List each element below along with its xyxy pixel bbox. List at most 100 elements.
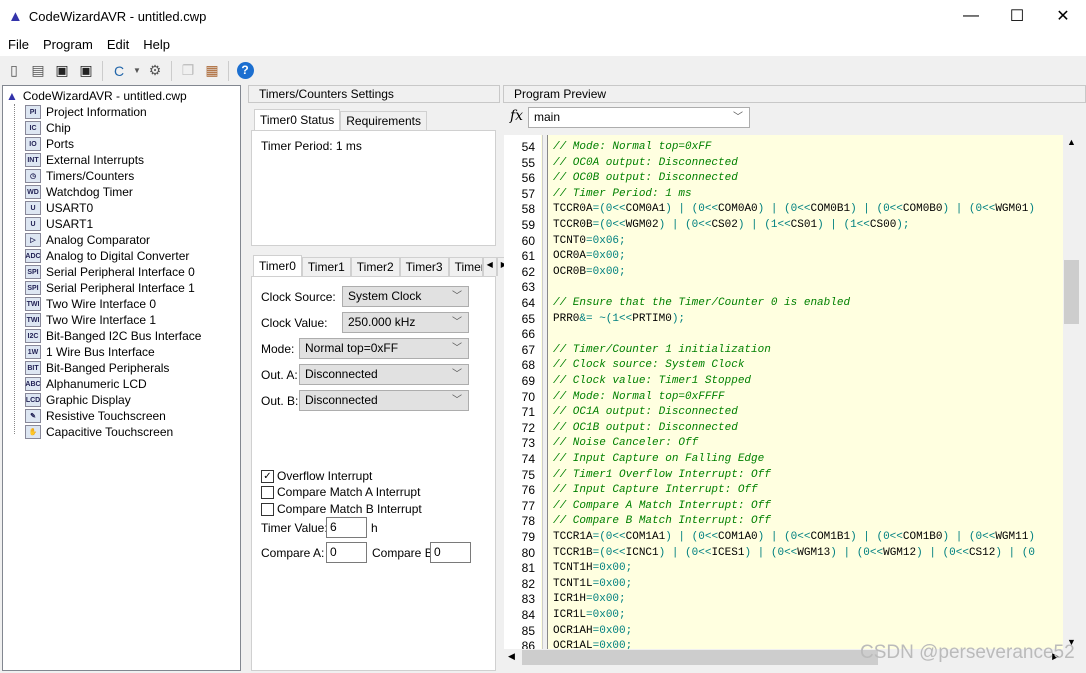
- tree-item[interactable]: PI Project Information: [25, 104, 147, 120]
- copy-icon[interactable]: ❐: [178, 61, 198, 81]
- out-a-value: Disconnected: [305, 367, 378, 381]
- tree-item[interactable]: ▷ Analog Comparator: [25, 232, 150, 248]
- tree-item-icon: TWI: [25, 297, 41, 311]
- tree-item[interactable]: TWI Two Wire Interface 1: [25, 312, 156, 328]
- tree-item[interactable]: ✋ Capacitive Touchscreen: [25, 424, 173, 440]
- horizontal-scroll-thumb[interactable]: [522, 650, 878, 665]
- close-button[interactable]: ✕: [1040, 0, 1086, 32]
- tab-scroll-left-icon[interactable]: ◀: [482, 257, 497, 276]
- new-icon[interactable]: ▯: [4, 61, 24, 81]
- tree-item[interactable]: BIT Bit-Banged Peripherals: [25, 360, 169, 376]
- timer-value-input[interactable]: 6: [326, 517, 367, 538]
- tree-item[interactable]: ◷ Timers/Counters: [25, 168, 134, 184]
- tree-item[interactable]: U USART1: [25, 216, 93, 232]
- dropdown-icon[interactable]: ▼: [133, 61, 141, 81]
- clock-source-select[interactable]: System Clock ﹀: [342, 286, 469, 307]
- tree-item[interactable]: IC Chip: [25, 120, 71, 136]
- tree-item[interactable]: WD Watchdog Timer: [25, 184, 133, 200]
- tab-timer0-status[interactable]: Timer0 Status: [254, 109, 341, 130]
- out-b-select[interactable]: Disconnected ﹀: [299, 390, 469, 411]
- compare-b-input[interactable]: 0: [430, 542, 471, 563]
- save-icon[interactable]: ▣: [52, 61, 72, 81]
- menu-edit[interactable]: Edit: [99, 37, 135, 52]
- line-number: 62: [521, 264, 535, 279]
- chevron-down-icon: ﹀: [452, 343, 462, 354]
- vertical-scrollbar[interactable]: ▲ ▼: [1063, 135, 1080, 649]
- tree-root[interactable]: ▲ CodeWizardAVR - untitled.cwp: [6, 88, 187, 104]
- help-icon[interactable]: ?: [235, 61, 255, 81]
- tab-timer2[interactable]: Timer2: [350, 257, 400, 276]
- tab-requirements[interactable]: Requirements: [340, 111, 427, 130]
- tree-item-icon: SPI: [25, 281, 41, 295]
- line-number: 60: [521, 233, 535, 248]
- tab-timer4[interactable]: Timer4: [448, 257, 483, 276]
- tree-item[interactable]: ADC Analog to Digital Converter: [25, 248, 189, 264]
- open-icon[interactable]: ▤: [28, 61, 48, 81]
- tree-item[interactable]: 1W 1 Wire Bus Interface: [25, 344, 155, 360]
- function-icon: fx: [510, 108, 524, 124]
- vertical-scroll-thumb[interactable]: [1064, 260, 1079, 324]
- tree-item-label: Serial Peripheral Interface 1: [46, 281, 195, 295]
- clock-value-select[interactable]: 250.000 kHz ﹀: [342, 312, 469, 333]
- menu-program[interactable]: Program: [35, 37, 99, 52]
- tree-item[interactable]: SPI Serial Peripheral Interface 0: [25, 264, 195, 280]
- tree-lines: [14, 104, 15, 434]
- code-editor[interactable]: 54 // Mode: Normal top=0xFF 55 // OC0A outp…: [504, 135, 1064, 649]
- line-number: 67: [521, 342, 535, 357]
- compare-b-interrupt-checkbox[interactable]: Compare Match B Interrupt: [261, 502, 422, 516]
- tab-timer0[interactable]: Timer0: [253, 255, 302, 276]
- tree-item-icon: ADC: [25, 249, 41, 263]
- status-pane: Timer Period: 1 ms: [251, 130, 496, 246]
- compare-b-label: Compare B:: [372, 546, 437, 560]
- tree-item-label: Analog to Digital Converter: [46, 249, 190, 263]
- tree-item[interactable]: IO Ports: [25, 136, 74, 152]
- code-line: TCNT0=0x06;: [553, 234, 626, 247]
- tree-item[interactable]: I2C Bit-Banged I2C Bus Interface: [25, 328, 201, 344]
- overflow-interrupt-checkbox[interactable]: ✓ Overflow Interrupt: [261, 469, 372, 483]
- tree-item-icon: INT: [25, 153, 41, 167]
- mode-select[interactable]: Normal top=0xFF ﹀: [299, 338, 469, 359]
- code-line: // Timer/Counter 1 initialization: [553, 343, 771, 356]
- menu-bar: File Program Edit Help: [0, 32, 1086, 56]
- minimize-button[interactable]: —: [948, 0, 994, 32]
- tree-item[interactable]: INT External Interrupts: [25, 152, 144, 168]
- tree-item-icon: ▷: [25, 233, 41, 247]
- code-line: TCCR1B=(0<<ICNC1) | (0<<ICES1) | (0<<WGM…: [553, 546, 1035, 559]
- code-line: OCR0B=0x00;: [553, 265, 626, 278]
- code-line: OCR0A=0x00;: [553, 250, 626, 263]
- save-generate-icon[interactable]: ⚙: [145, 61, 165, 81]
- code-line: // Timer Period: 1 ms: [553, 187, 692, 200]
- notes-icon[interactable]: ▦: [202, 61, 222, 81]
- tree-item-label: Graphic Display: [46, 393, 131, 407]
- compare-a-interrupt-checkbox[interactable]: Compare Match A Interrupt: [261, 485, 420, 499]
- line-number: 55: [521, 155, 535, 170]
- tab-timer3[interactable]: Timer3: [399, 257, 449, 276]
- tree-item[interactable]: TWI Two Wire Interface 0: [25, 296, 156, 312]
- code-line: // Noise Canceler: Off: [553, 437, 699, 450]
- generate-icon[interactable]: C: [109, 61, 129, 81]
- tree-item[interactable]: LCD Graphic Display: [25, 392, 131, 408]
- code-line: // OC0B output: Disconnected: [553, 172, 738, 185]
- menu-help[interactable]: Help: [135, 37, 176, 52]
- line-number: 65: [521, 311, 535, 326]
- scroll-up-icon[interactable]: ▲: [1063, 137, 1080, 147]
- line-number: 84: [521, 608, 535, 622]
- tree-item-icon: U: [25, 217, 41, 231]
- line-number: 54: [521, 140, 535, 154]
- code-line: // Input Capture Interrupt: Off: [553, 484, 758, 497]
- scroll-left-icon[interactable]: ◀: [508, 651, 515, 662]
- tab-timer1[interactable]: Timer1: [301, 257, 351, 276]
- tree-item[interactable]: ✎ Resistive Touchscreen: [25, 408, 166, 424]
- save-as-icon[interactable]: ▣: [76, 61, 96, 81]
- timer-value-label: Timer Value:: [261, 521, 328, 535]
- tree-item[interactable]: U USART0: [25, 200, 93, 216]
- tree-item[interactable]: SPI Serial Peripheral Interface 1: [25, 280, 195, 296]
- function-select[interactable]: main ﹀: [528, 107, 750, 128]
- compare-a-input[interactable]: 0: [326, 542, 367, 563]
- out-a-select[interactable]: Disconnected ﹀: [299, 364, 469, 385]
- tree-item[interactable]: ABC Alphanumeric LCD: [25, 376, 147, 392]
- line-number: 56: [521, 171, 535, 186]
- code-line: // Input Capture on Falling Edge: [553, 453, 765, 465]
- menu-file[interactable]: File: [0, 37, 35, 52]
- maximize-button[interactable]: ☐: [994, 0, 1040, 32]
